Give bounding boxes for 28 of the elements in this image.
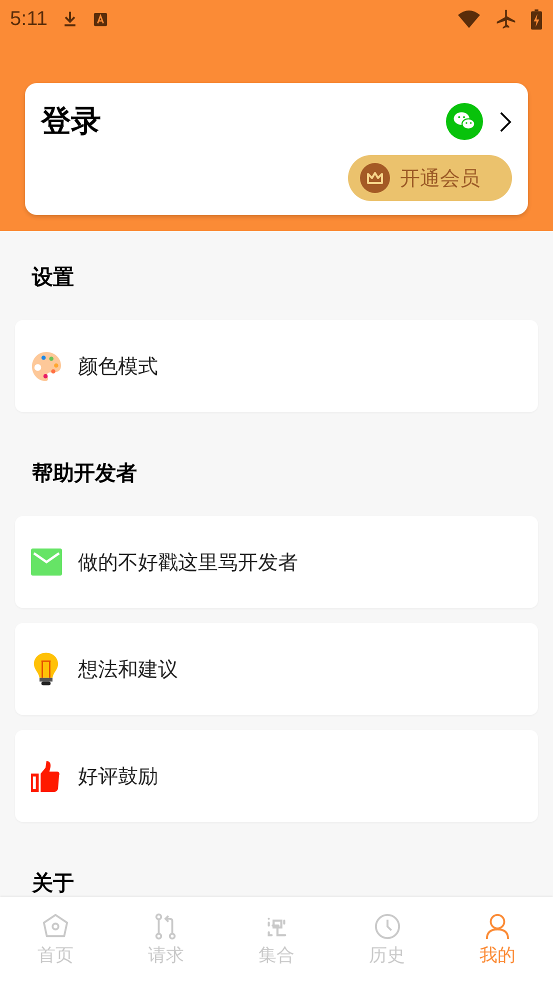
member-button[interactable]: 开通会员: [348, 155, 512, 201]
airplane-icon: [495, 8, 517, 30]
item-label: 好评鼓励: [78, 762, 158, 790]
clock-icon: [374, 913, 401, 940]
crown-icon: [360, 163, 390, 193]
settings-item[interactable]: 想法和建议: [15, 623, 538, 715]
chevron-right-icon[interactable]: [499, 110, 512, 132]
nav-tab[interactable]: 我的: [442, 897, 553, 983]
item-label: 颜色模式: [78, 352, 158, 380]
item-label: 做的不好戳这里骂开发者: [78, 548, 298, 576]
home-icon: [42, 913, 69, 940]
wifi-icon: [457, 9, 481, 29]
settings-item[interactable]: 做的不好戳这里骂开发者: [15, 516, 538, 608]
battery-icon: [531, 8, 542, 30]
section-heading: 关于: [30, 870, 75, 897]
palette-icon: [31, 350, 62, 382]
settings-item[interactable]: 颜色模式: [15, 320, 538, 412]
item-label: 想法和建议: [78, 656, 178, 682]
section-heading: 设置: [30, 264, 75, 291]
lightbulb-icon: [33, 650, 59, 688]
settings-item[interactable]: 好评鼓励: [15, 730, 538, 822]
thumbs-up-icon: [31, 760, 60, 792]
login-card[interactable]: 登录 开通会员: [25, 83, 528, 215]
status-time: 5:11: [10, 8, 48, 30]
section-heading: 帮助开发者: [31, 460, 138, 487]
envelope-icon: [31, 548, 62, 576]
user-icon: [484, 913, 512, 940]
login-title: 登录: [41, 103, 102, 141]
